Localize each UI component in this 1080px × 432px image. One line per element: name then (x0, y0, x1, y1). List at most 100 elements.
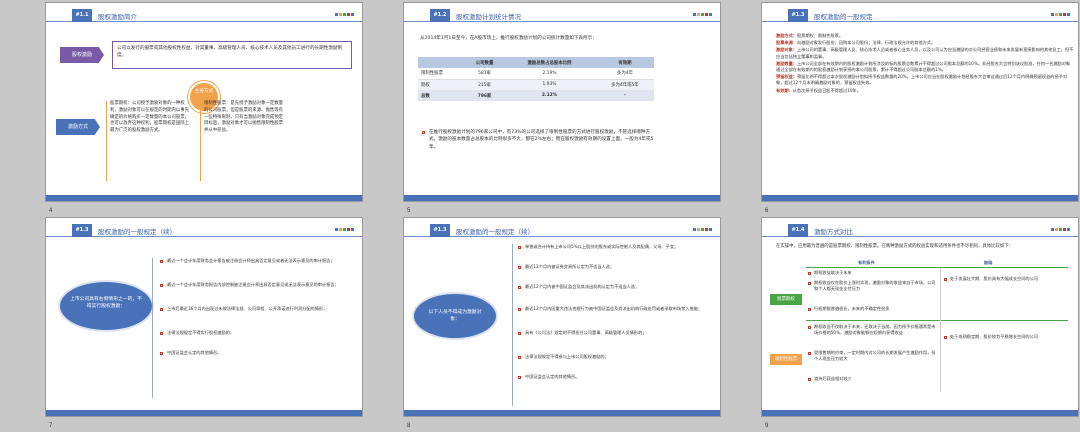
list-item: 最近12个月内被证券交易所认定为不适当人选； (518, 264, 714, 284)
bubble-text: 以下人员不得成为激励对象： (428, 310, 482, 322)
item-text: 期权收益不仅取决于未来，还取决于当前。因为授予价格通常是市场价格的50%，激励对… (814, 324, 936, 336)
left-column-divider (106, 101, 107, 181)
slide-header: #1.2 股权激励计划统计情况 (404, 3, 720, 29)
slide-header: #1.3 股权激励的一般规定（续） (46, 218, 362, 244)
list-item: 最近一个会计年度财务会计报告被注册会计师出具否定意见或者无法表示意见的审计报告； (160, 258, 356, 282)
slide-title: 股权激励简介 (98, 13, 137, 21)
item-key: 有效期： (776, 87, 793, 93)
item-text: 处于成熟稳定期、股价较为平稳增长空间的公司 (950, 334, 1038, 339)
item-text: 受限售期的约束，一定时期内对公司的长期发展产生激励作用，但个人现金压力较大 (814, 350, 936, 362)
row-label-stock-option: 股票期权 (770, 294, 802, 305)
list-item: 上市后最近36个月内出现过未按法律法规、公司章程、公开承诺进行利润分配的情形； (160, 306, 356, 330)
bullet-icon (808, 308, 811, 311)
slide-thumbnail-9[interactable]: #1.4 激励方式对比 在实操中，应用最为普遍的是股票期权、限制性股票。在两种激… (761, 217, 1079, 417)
page-number: 6 (765, 208, 769, 214)
ineligible-list: 单独或合计持有上市公司5%以上股份的股东或实际控制人及其配偶、父母、子女； 最近… (518, 244, 714, 390)
section-number: #1.2 (430, 9, 450, 22)
item-key: 激励方式： (776, 33, 797, 38)
color-dots-icon (1051, 13, 1070, 16)
item-key: 激励数量： (776, 60, 797, 66)
item-text: 期权收益仅在股价上涨时实现，激励对象的收益来自于市场，公司和个人都无现金支付压力 (814, 280, 936, 292)
slide-thumbnail-4[interactable]: #1.1 股权激励简介 股权激励 公司以发行的股票或其他股权性权益，对其董事、高… (45, 2, 363, 202)
note-text: 在推行股权激励计划的796家公司中，有73%的公司选择了限制性股票的方式进行股权… (429, 130, 654, 150)
column-header-rule (806, 267, 1068, 268)
bullet-icon (518, 356, 521, 359)
list-item: 期权收益仅在股价上涨时实现，激励对象的收益来自于市场，公司和个人都无现金支付压力 (808, 280, 938, 306)
table-cell: 多为4年 (616, 71, 633, 77)
main-methods-label: 主要方式 (194, 89, 214, 94)
row-divider (806, 320, 1068, 321)
table-cell: 796家 (477, 93, 492, 99)
item-value: 从首次授予权益日起不得超过10年。 (792, 87, 861, 93)
bullet-icon (808, 282, 811, 285)
column-header-advantage: 有利条件 (858, 260, 875, 265)
slide-thumbnail-7[interactable]: #1.3 股权激励的一般规定（续） 上市公司具有右侧情形之一的，不得实行股权激励… (45, 217, 363, 417)
page-number: 4 (49, 208, 53, 214)
item-text: 上市后最近36个月内出现过未按法律法规、公司章程、公开承诺进行利润分配的情形； (167, 306, 328, 311)
list-item: 期权收益不仅取决于未来，还取决于当前。因为授予价格通常是市场价格的50%，激励对… (808, 324, 938, 350)
list-item: 最近12个月内因重大违法违规行为被中国证监会及其派出机构行政处罚或者采取市场禁入… (518, 306, 714, 330)
table-header: 激励总数占总股本比例 (527, 60, 572, 66)
list-item: 中国证监会认定的其他情形。 (160, 350, 356, 370)
item-key: 股票来源： (776, 40, 797, 46)
restricted-stock-text: 限制性股票：是先授予激励对象一定数量的公司股票，但是股票的来源、抛售等有一些特殊… (204, 101, 284, 134)
item-text: 最近12个月内被证券交易所认定为不适当人选； (525, 264, 615, 269)
right-column-divider (200, 101, 201, 181)
page-number: 7 (49, 423, 53, 429)
bullet-icon (808, 378, 811, 381)
slide-thumbnail-8[interactable]: #1.3 股权激励的一般规定（续） 以下人员不得成为激励对象： 单独或合计持有上… (403, 217, 721, 417)
list-item: 单独或合计持有上市公司5%以上股份的股东或实际控制人及其配偶、父母、子女； (518, 244, 714, 264)
item-value: 上市公司全部在有效期内的股权激励计划所涉及的标的股票总数累计不得超过公司股本总额… (776, 60, 1071, 73)
item-text: 单独或合计持有上市公司5%以上股份的股东或实际控制人及其配偶、父母、子女； (525, 244, 679, 249)
conditions-list: 最近一个会计年度财务会计报告被注册会计师出具否定意见或者无法表示意见的审计报告；… (160, 258, 356, 370)
list-item: 期权收益取决于未来 (808, 270, 938, 280)
list-item: 最近12个月内被中国证监会及其派出机构认定为不适当人选； (518, 284, 714, 306)
item-text: 减持后获益相对较少 (814, 376, 852, 381)
list-item: 有效期：从首次授予权益日起不得超过10年。 (776, 88, 1074, 94)
slide-thumbnail-5[interactable]: #1.2 股权激励计划统计情况 从2014年1月1日至今，在A股市场上，推行股权… (403, 2, 721, 202)
slide-footer-bar (762, 195, 1078, 201)
bullet-icon (160, 284, 163, 287)
table-cell: 多为4年或5年 (611, 82, 639, 88)
bullet-icon (518, 376, 521, 379)
bubble-connector (512, 244, 513, 406)
slide-header: #1.3 股权激励的一般规定（续） (404, 218, 720, 244)
item-text: 处于发展壮大期、股价具有大幅成长空间的公司 (950, 276, 1038, 281)
slide-title: 股权激励的一般规定 (814, 13, 873, 21)
list-item: 处于发展壮大期、股价具有大幅成长空间的公司 (944, 276, 1070, 296)
list-item: 行权期限普遍很长，未来的不确定性很多 (808, 306, 938, 316)
definition-text: 公司以发行的股票或其他股权性权益，对其董事、高级管理人员、核心技术人员及其他员工… (117, 46, 343, 58)
item-text: 具有《公司法》规定的不得担任公司董事、高级管理人员情形的； (525, 330, 647, 335)
list-item: 激励方式：股票期权、限制性股票。 (776, 33, 1074, 39)
item-text: 最近一个会计年度财务报告内部控制被注册会计师出具否定意见或无法表示意见的审计报告… (167, 282, 339, 287)
list-item: 减持后获益相对较少 (808, 376, 938, 386)
slide-thumbnail-6[interactable]: #1.3 股权激励的一般规定 激励方式：股票期权、限制性股票。 股票来源：向激励… (761, 2, 1079, 202)
slide-header: #1.3 股权激励的一般规定 (762, 3, 1078, 29)
color-dots-icon (693, 228, 712, 231)
stock-option-text: 股票期权：公司授予激励对象的一种权利，激励对象可以在规定的时期内以事先确定的价格… (110, 101, 190, 134)
section-number: #1.1 (72, 9, 92, 22)
slide-header: #1.4 激励方式对比 (762, 218, 1078, 244)
color-dots-icon (335, 228, 354, 231)
color-dots-icon (693, 13, 712, 16)
table-row: 总数 796家 2.12% - (418, 90, 654, 101)
slide-footer-bar (404, 195, 720, 201)
bubble-text: 上市公司具有右侧情形之一的，不得实行股权激励： (70, 297, 142, 309)
comparison-row: 期权收益不仅取决于未来，还取决于当前。因为授予价格通常是市场价格的50%，激励对… (808, 324, 938, 386)
item-text: 期权收益取决于未来 (814, 270, 852, 275)
table-cell: 期权 (421, 82, 430, 88)
column-header-defect: 缺陷 (984, 260, 993, 265)
table-cell: 2.12% (541, 93, 558, 98)
bullet-icon (808, 272, 811, 275)
bullet-icon (422, 131, 425, 134)
slide-footer-bar (46, 195, 362, 201)
item-value: 股票期权、限制性股票。 (796, 33, 844, 38)
slide-title: 激励方式对比 (814, 228, 853, 236)
section-number: #1.3 (430, 224, 450, 237)
intro-text: 在实操中，应用最为普遍的是股票期权、限制性股票。在两种激励方式的权益实现和适用条… (776, 244, 1014, 249)
tag-equity-incentive: 股权激励 (60, 47, 104, 63)
item-value: 预留比例不得超过本次股权激励计划拟授予权益数量的20%。上市公司应当在股权激励计… (776, 74, 1068, 86)
table-header: 公司数量 (475, 60, 494, 66)
table-cell: 2.19% (542, 70, 557, 76)
slide-title: 股权激励计划统计情况 (456, 13, 521, 21)
